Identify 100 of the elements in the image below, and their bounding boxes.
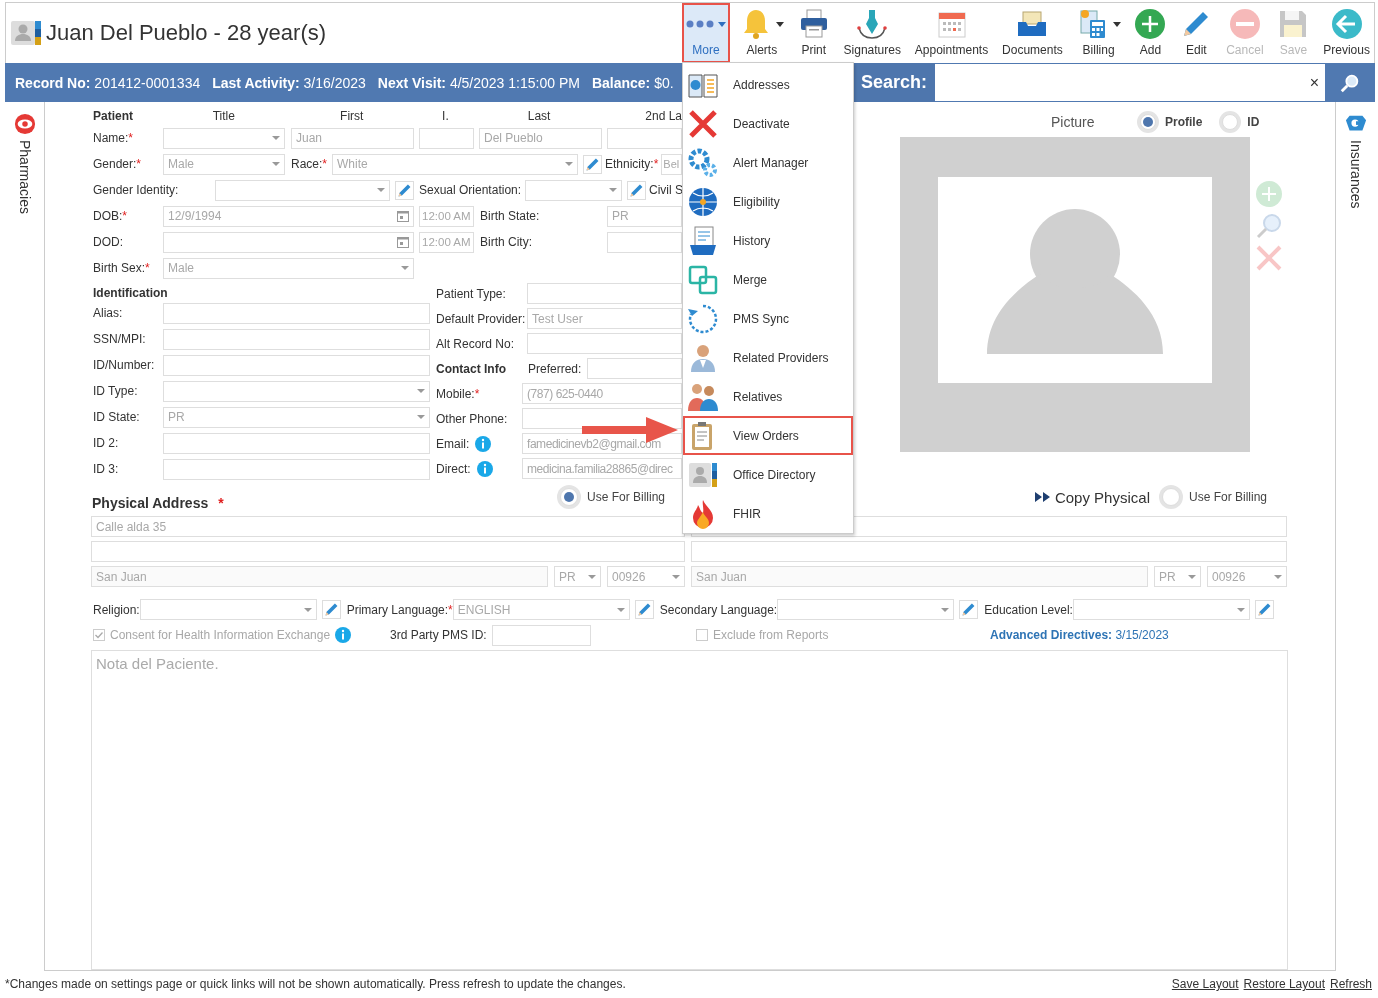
notes-field[interactable]: Nota del Paciente. — [91, 650, 1288, 970]
toolbar-button[interactable]: Appointments — [910, 3, 993, 63]
date-field[interactable] — [163, 231, 414, 253]
delete-icon[interactable] — [1255, 244, 1283, 272]
minus-icon — [1228, 8, 1261, 40]
text-field[interactable] — [607, 231, 682, 253]
footer-link[interactable]: Save Layout — [1171, 977, 1239, 991]
menu-item[interactable]: Merge — [683, 260, 853, 299]
text-field[interactable] — [527, 333, 682, 354]
field-label: Email: — [436, 436, 470, 451]
text-field[interactable] — [607, 127, 682, 149]
radio-label: ID — [1247, 115, 1260, 129]
dropdown-field[interactable] — [139, 599, 317, 621]
menu-item[interactable]: PMS Sync — [683, 299, 853, 338]
dropdown-field[interactable] — [1072, 599, 1250, 621]
footer-link[interactable]: Restore Layout — [1243, 977, 1325, 991]
checkbox[interactable] — [696, 629, 708, 642]
clear-button[interactable]: × — [1303, 73, 1325, 92]
caret-icon — [588, 574, 596, 579]
field-label: ID State: — [93, 410, 141, 424]
field-label: Sexual Orientation: — [419, 183, 523, 197]
field-label: Birth City: — [480, 235, 533, 249]
column-header: First — [339, 109, 365, 123]
advanced-directives-link[interactable]: Advanced Directives: 3/15/2023 — [990, 628, 1169, 643]
toolbar-button[interactable]: Billing — [1072, 3, 1125, 63]
pencil-button[interactable] — [627, 180, 646, 200]
field-label: DOD: — [93, 235, 124, 249]
text-field[interactable] — [691, 541, 1287, 562]
globe-icon — [687, 185, 719, 218]
dropdown-field[interactable] — [163, 127, 285, 149]
zoom-icon[interactable] — [1255, 212, 1283, 240]
pen-nib-icon — [856, 8, 889, 40]
radio-button[interactable] — [559, 488, 578, 506]
toolbar-button[interactable]: Alerts — [735, 3, 788, 63]
toolbar-button[interactable]: Previous — [1319, 3, 1374, 63]
dropdown-field[interactable] — [777, 599, 955, 621]
dropdown-field[interactable] — [587, 358, 682, 379]
plus-icon — [1134, 8, 1167, 40]
toolbar-button[interactable]: Signatures — [839, 3, 905, 63]
pencil-button[interactable] — [959, 600, 979, 620]
caret-icon — [616, 607, 625, 612]
menu-item[interactable]: Addresses — [683, 65, 853, 104]
text-field[interactable] — [163, 354, 430, 376]
text-field[interactable] — [419, 127, 474, 149]
footer-link[interactable]: Refresh — [1329, 977, 1372, 991]
checkbox[interactable] — [93, 629, 105, 642]
caret-icon — [941, 607, 950, 612]
search-field[interactable]: × — [935, 64, 1325, 101]
pencil-button[interactable] — [583, 154, 602, 174]
toolbar-button[interactable]: More — [682, 3, 730, 63]
toolbar-button[interactable]: Documents — [998, 3, 1067, 63]
side-tab[interactable]: Pharmacies — [12, 102, 37, 223]
text-field[interactable] — [163, 458, 430, 480]
caret-icon — [1274, 574, 1282, 579]
field-label: Alt Record No: — [436, 336, 516, 351]
document-icon — [687, 224, 719, 257]
menu-item[interactable]: Office Directory — [683, 455, 853, 494]
dropdown-field[interactable] — [163, 380, 430, 402]
side-tab[interactable]: Insurances — [1343, 102, 1368, 223]
field-label: Patient Type: — [436, 286, 507, 301]
calendar-icon — [397, 236, 409, 248]
text-field[interactable] — [491, 625, 591, 646]
toolbar-button[interactable]: Add — [1130, 3, 1171, 63]
menu-item[interactable]: History — [683, 221, 853, 260]
plus-icon[interactable] — [1255, 180, 1283, 208]
text-field[interactable] — [163, 328, 430, 350]
dropdown-field[interactable] — [215, 179, 390, 201]
caret-icon — [1188, 574, 1196, 579]
menu-item[interactable]: Relatives — [683, 377, 853, 416]
copy-physical-link[interactable]: Copy Physical — [1034, 488, 1150, 506]
checkbox-label: Exclude from Reports — [713, 628, 829, 643]
text-field[interactable] — [91, 541, 685, 562]
text-field[interactable] — [163, 302, 430, 324]
cross-icon — [687, 107, 719, 140]
toolbar-button[interactable]: Edit — [1176, 3, 1217, 63]
radio-button[interactable] — [1222, 114, 1239, 130]
menu-item[interactable]: FHIR — [683, 494, 853, 533]
menu-item[interactable]: View Orders — [683, 416, 853, 455]
radio-label: Use For Billing — [586, 490, 665, 504]
field-label: Primary Language:* — [346, 602, 453, 617]
menu-item[interactable]: Eligibility — [683, 182, 853, 221]
dropdown-field[interactable] — [525, 179, 622, 201]
toolbar-button[interactable]: Print — [793, 3, 834, 63]
menu-item[interactable]: Deactivate — [683, 104, 853, 143]
radio-button[interactable] — [1140, 114, 1156, 130]
pencil-button[interactable] — [395, 180, 414, 200]
double-arrow-icon — [1034, 492, 1051, 502]
text-field[interactable] — [527, 283, 682, 304]
menu-item[interactable]: Related Providers — [683, 338, 853, 377]
text-field[interactable] — [163, 432, 430, 454]
field-label: ID Type: — [93, 384, 139, 398]
menu-item[interactable]: Alert Manager — [683, 143, 853, 182]
pencil-button[interactable] — [1254, 600, 1274, 620]
search-label: Search: — [853, 63, 935, 102]
field-label: Preferred: — [528, 361, 583, 376]
field-label: Ethnicity:* — [605, 157, 659, 171]
pencil-button[interactable] — [634, 600, 654, 620]
pencil-button[interactable] — [321, 600, 341, 620]
checkbox-label: Consent for Health Information Exchange — [110, 628, 331, 643]
radio-button[interactable] — [1161, 488, 1180, 506]
